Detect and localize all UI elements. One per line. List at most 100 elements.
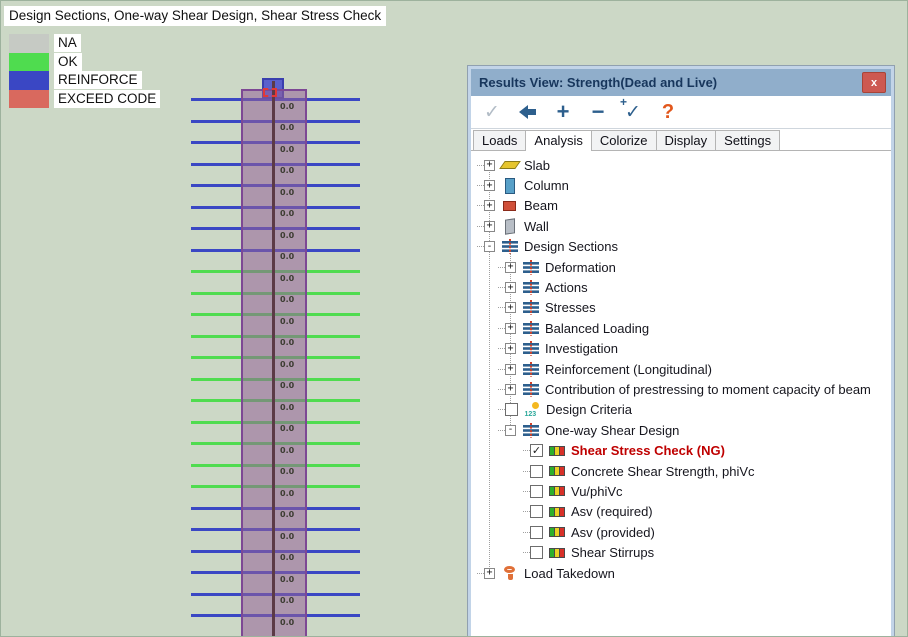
tree-dotted-connector: [477, 246, 484, 247]
collapse-icon[interactable]: -: [484, 241, 495, 252]
tree-item-balanced-loading[interactable]: + Balanced Loading: [471, 318, 891, 338]
tree-item-label[interactable]: Deformation: [545, 260, 616, 275]
legend-swatch: [9, 90, 49, 109]
results-view-panel: Results View: Strength(Dead and Live) x …: [468, 66, 894, 637]
tree-dotted-connector: [477, 165, 484, 166]
checkbox-unchecked[interactable]: [530, 485, 543, 498]
help-icon[interactable]: ?: [659, 100, 677, 124]
tree-dotted-connector: [477, 226, 484, 227]
tree-item-label[interactable]: Beam: [524, 198, 558, 213]
section-result-value: 0.0: [280, 489, 300, 498]
expand-icon[interactable]: +: [505, 364, 516, 375]
tree-item-asv-required[interactable]: Asv (required): [471, 502, 891, 522]
tree-item-label[interactable]: Stresses: [545, 300, 596, 315]
expand-icon[interactable]: +: [505, 302, 516, 313]
section-result-value: 0.0: [280, 618, 300, 627]
tree-dotted-connector: [498, 348, 505, 349]
section-result-value: 0.0: [280, 188, 300, 197]
tree-item-label[interactable]: Load Takedown: [524, 566, 615, 581]
tree-item-label[interactable]: Slab: [524, 158, 550, 173]
tree-dotted-connector: [498, 287, 505, 288]
section-result-value: 0.0: [280, 123, 300, 132]
expand-icon[interactable]: +: [505, 384, 516, 395]
section-result-value: 0.0: [280, 424, 300, 433]
tab-analysis[interactable]: Analysis: [525, 130, 591, 151]
tree-item-one-way-shear-design[interactable]: - One-way Shear Design: [471, 420, 891, 440]
tree-item-label[interactable]: Shear Stress Check (NG): [571, 443, 725, 458]
tree-item-label[interactable]: Balanced Loading: [545, 321, 649, 336]
panel-titlebar[interactable]: Results View: Strength(Dead and Live) x: [471, 69, 891, 96]
tree-item-deformation[interactable]: + Deformation: [471, 257, 891, 277]
checkbox-unchecked[interactable]: [530, 526, 543, 539]
design-criteria-icon: 123: [523, 402, 540, 418]
tree-item-label[interactable]: Contribution of prestressing to moment c…: [545, 382, 871, 397]
expand-icon[interactable]: +: [484, 200, 495, 211]
tree-item-actions[interactable]: + Actions: [471, 277, 891, 297]
tree-item-label[interactable]: Investigation: [545, 341, 618, 356]
confirm-check-icon[interactable]: ✓: [483, 100, 501, 124]
tree-item-column[interactable]: + Column: [471, 175, 891, 195]
legend-swatch: [9, 71, 49, 90]
tab-settings[interactable]: Settings: [715, 130, 780, 150]
tree-dotted-connector: [523, 511, 530, 512]
tree-item-label[interactable]: Column: [524, 178, 569, 193]
tree-item-vu-phivc[interactable]: Vu/phiVc: [471, 481, 891, 501]
apply-all-check-icon[interactable]: ✓+: [624, 100, 642, 124]
tree-item-label[interactable]: Wall: [524, 219, 549, 234]
tree-item-label[interactable]: Actions: [545, 280, 588, 295]
close-button[interactable]: x: [862, 72, 886, 93]
expand-icon[interactable]: +: [484, 180, 495, 191]
section-result-value: 0.0: [280, 467, 300, 476]
tree-item-design-criteria[interactable]: 123 Design Criteria: [471, 400, 891, 420]
tree-item-wall[interactable]: + Wall: [471, 216, 891, 236]
checkbox-checked[interactable]: ✓: [530, 444, 543, 457]
design-sections-icon: [522, 422, 539, 438]
tree-item-load-takedown[interactable]: + Load Takedown: [471, 563, 891, 583]
roof-selection-outline: [263, 88, 277, 97]
section-result-value: 0.0: [280, 274, 300, 283]
expand-icon[interactable]: +: [505, 343, 516, 354]
checkbox-unchecked[interactable]: [530, 465, 543, 478]
expand-icon[interactable]: +: [484, 160, 495, 171]
tree-item-label[interactable]: Design Sections: [524, 239, 618, 254]
tree-item-investigation[interactable]: + Investigation: [471, 339, 891, 359]
tree-item-shear-stress-check-ng[interactable]: ✓ Shear Stress Check (NG): [471, 440, 891, 460]
remove-icon[interactable]: −: [589, 100, 607, 124]
tree-item-label[interactable]: Design Criteria: [546, 402, 632, 417]
tab-display[interactable]: Display: [656, 130, 717, 150]
tree-item-contribution-of-prestressing-to-moment-capacity-of-beam[interactable]: + Contribution of prestressing to moment …: [471, 379, 891, 399]
collapse-icon[interactable]: -: [505, 425, 516, 436]
expand-icon[interactable]: +: [505, 282, 516, 293]
checkbox-unchecked[interactable]: [530, 505, 543, 518]
tab-colorize[interactable]: Colorize: [591, 130, 657, 150]
tree-item-label[interactable]: Reinforcement (Longitudinal): [545, 362, 712, 377]
checkbox-unchecked[interactable]: [530, 546, 543, 559]
checkbox-unchecked[interactable]: [505, 403, 518, 416]
tree-item-label[interactable]: Vu/phiVc: [571, 484, 623, 499]
result-colorbar-icon: [548, 443, 565, 459]
tree-item-label[interactable]: One-way Shear Design: [545, 423, 679, 438]
expand-icon[interactable]: +: [484, 221, 495, 232]
tree-item-stresses[interactable]: + Stresses: [471, 298, 891, 318]
tree-item-label[interactable]: Asv (provided): [571, 525, 655, 540]
tree-item-beam[interactable]: + Beam: [471, 196, 891, 216]
section-result-value: 0.0: [280, 209, 300, 218]
back-arrow-icon[interactable]: [518, 100, 537, 124]
tree-item-design-sections[interactable]: - Design Sections: [471, 237, 891, 257]
tree-item-label[interactable]: Asv (required): [571, 504, 653, 519]
tree-item-slab[interactable]: + Slab: [471, 155, 891, 175]
tree-item-label[interactable]: Shear Stirrups: [571, 545, 654, 560]
expand-icon[interactable]: +: [484, 568, 495, 579]
section-result-value: 0.0: [280, 231, 300, 240]
tree-item-label[interactable]: Concrete Shear Strength, phiVc: [571, 464, 755, 479]
section-result-value: 0.0: [280, 532, 300, 541]
section-result-value: 0.0: [280, 381, 300, 390]
tab-loads[interactable]: Loads: [473, 130, 526, 150]
expand-icon[interactable]: +: [505, 262, 516, 273]
add-icon[interactable]: +: [554, 100, 572, 124]
tree-item-shear-stirrups[interactable]: Shear Stirrups: [471, 542, 891, 562]
tree-item-reinforcement-longitudinal[interactable]: + Reinforcement (Longitudinal): [471, 359, 891, 379]
tree-item-asv-provided[interactable]: Asv (provided): [471, 522, 891, 542]
tree-item-concrete-shear-strength-phivc[interactable]: Concrete Shear Strength, phiVc: [471, 461, 891, 481]
expand-icon[interactable]: +: [505, 323, 516, 334]
